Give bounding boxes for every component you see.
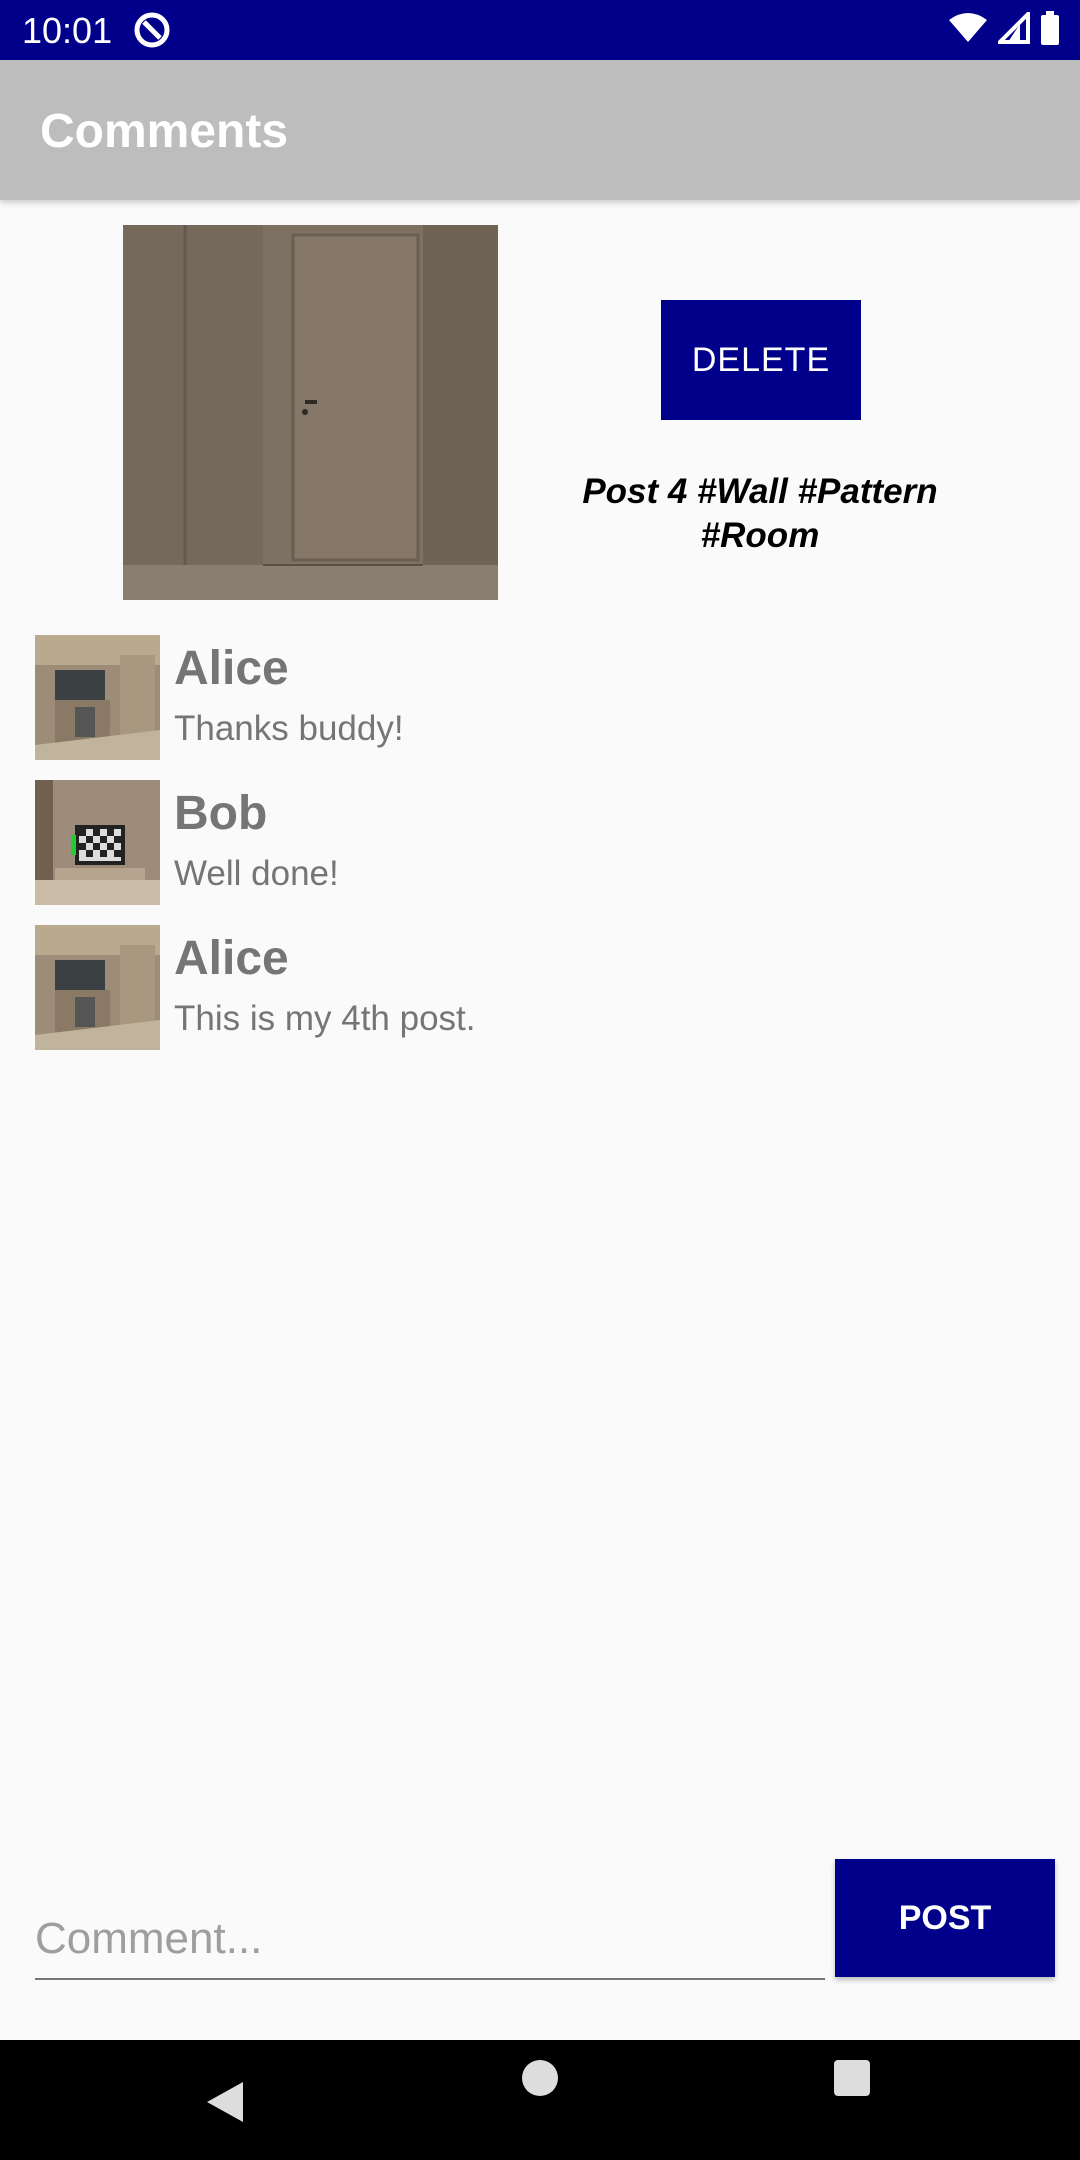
comment-author: Alice <box>174 932 289 985</box>
list-item: Bob Well done! <box>35 780 635 905</box>
status-bar: 10:01 <box>0 0 1080 60</box>
back-icon[interactable] <box>205 2080 245 2129</box>
post-button[interactable]: POST <box>835 1859 1055 1977</box>
avatar <box>35 635 160 760</box>
app-bar: Comments <box>0 60 1080 200</box>
battery-icon <box>1040 10 1060 50</box>
comment-input[interactable] <box>35 1900 825 1980</box>
list-item: Alice Thanks buddy! <box>35 635 635 760</box>
status-time: 10:01 <box>22 10 113 51</box>
app-notification-icon <box>132 10 172 50</box>
comment-text: Thanks buddy! <box>174 709 404 748</box>
comment-text: This is my 4th post. <box>174 999 476 1038</box>
navigation-bar <box>0 2040 1080 2160</box>
delete-button[interactable]: DELETE <box>661 300 861 420</box>
wifi-icon <box>948 12 988 49</box>
signal-icon <box>995 8 1030 49</box>
page-title: Comments <box>40 105 289 158</box>
post-image[interactable] <box>123 225 498 600</box>
home-icon[interactable] <box>522 2060 558 2096</box>
recents-icon[interactable] <box>834 2060 870 2096</box>
comment-author: Alice <box>174 642 289 695</box>
status-icons <box>948 8 1060 50</box>
post-caption: Post 4 #Wall #Pattern #Room <box>582 472 938 555</box>
list-item: Alice This is my 4th post. <box>35 925 635 1050</box>
comment-text: Well done! <box>174 854 339 893</box>
avatar <box>35 925 160 1050</box>
avatar <box>35 780 160 905</box>
comment-author: Bob <box>174 787 268 840</box>
